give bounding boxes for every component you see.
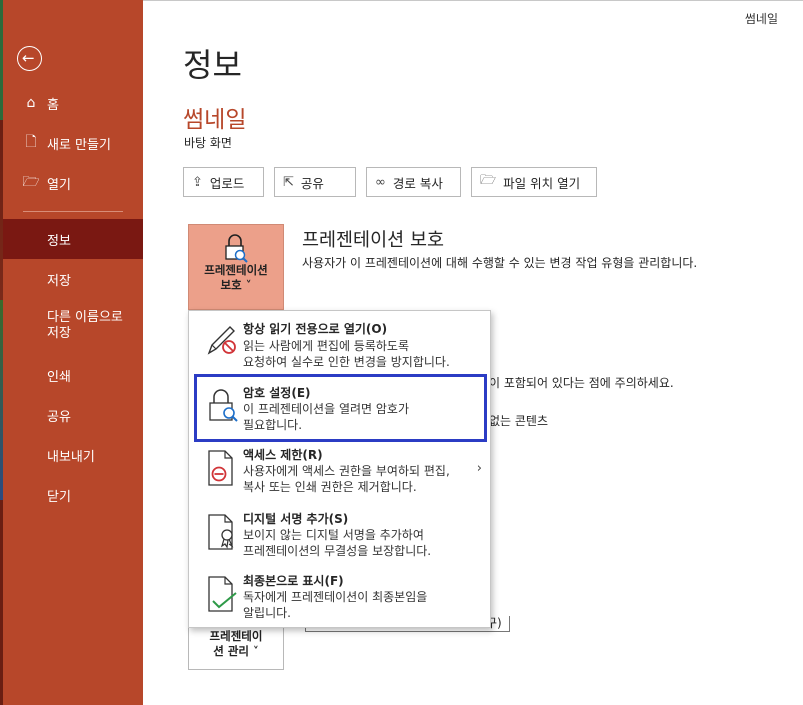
nav-open-label: 열기 <box>47 177 71 193</box>
share-button[interactable]: ⇱ 공유 <box>274 167 356 197</box>
open-folder-icon: 🗁 <box>22 174 40 190</box>
home-icon: ⌂ <box>26 95 36 111</box>
menu-item-description: 사용자에게 액세스 권한을 부여하되 편집, 복사 또는 인쇄 권한은 제거합니… <box>243 464 450 494</box>
pencil-readonly-icon <box>205 321 239 361</box>
nav-export-label: 내보내기 <box>47 449 95 465</box>
menu-item-title: 최종본으로 표시(F) <box>243 574 344 588</box>
protect-tile-label-line1: 프레젠테이션 <box>204 263 268 277</box>
nav-share-label: 공유 <box>47 409 71 425</box>
page-title: 정보 <box>183 46 242 84</box>
menu-item-add-digital-signature[interactable]: 디지털 서명 추가(S) 보이지 않는 디지털 서명을 추가하여 프레젠테이션의… <box>189 509 490 571</box>
protect-presentation-menu: 항상 읽기 전용으로 열기(O) 읽는 사람에게 편집에 등록하도록 요청하여 … <box>188 310 491 628</box>
nav-new[interactable]: 🗋 새로 만들기 <box>3 123 143 163</box>
manage-tile-label-line2: 션 관리 ˅ <box>213 644 259 658</box>
menu-item-title: 항상 읽기 전용으로 열기(O) <box>243 322 388 336</box>
nav-save-as[interactable]: 다른 이름으로 저장 <box>3 306 143 348</box>
nav-export[interactable]: 내보내기 <box>3 435 143 475</box>
upload-label: 업로드 <box>209 175 245 191</box>
nav-home-label: 홈 <box>47 97 59 113</box>
back-button[interactable]: ← <box>17 46 42 71</box>
nav-new-label: 새로 만들기 <box>47 137 111 153</box>
open-file-location-button[interactable]: 🗁 파일 위치 열기 <box>471 167 597 197</box>
nav-divider <box>23 211 123 212</box>
final-document-icon <box>205 575 239 615</box>
highlight-box <box>194 374 487 442</box>
upload-button[interactable]: ⇪ 업로드 <box>183 167 264 197</box>
nav-close[interactable]: 닫기 <box>3 475 143 515</box>
restrict-document-icon <box>205 449 239 489</box>
link-icon: ∞ <box>375 174 386 190</box>
menu-item-title: 액세스 제한(R) <box>243 448 323 462</box>
file-name: 썸네일 <box>183 107 247 133</box>
nav-save-label: 저장 <box>47 273 71 289</box>
nav-share[interactable]: 공유 <box>3 395 143 435</box>
protect-presentation-button[interactable]: 프레젠테이션 보호 ˅ <box>188 224 284 310</box>
nav-close-label: 닫기 <box>47 489 71 505</box>
backstage-sidebar: ← ⌂ 홈 🗋 새로 만들기 🗁 열기 정보 저장 다른 이름으로 저장 인쇄 … <box>3 0 143 705</box>
open-file-location-label: 파일 위치 열기 <box>503 175 581 191</box>
share-label: 공유 <box>300 175 324 191</box>
nav-open[interactable]: 🗁 열기 <box>3 163 143 203</box>
new-file-icon: 🗋 <box>25 134 37 150</box>
submenu-chevron-icon: › <box>476 461 482 476</box>
back-arrow-icon: ← <box>22 49 35 67</box>
top-border <box>143 0 803 1</box>
menu-item-title: 디지털 서명 추가(S) <box>243 512 349 526</box>
menu-item-description: 읽는 사람에게 편집에 등록하도록 요청하여 실수로 인한 변경을 방지합니다. <box>243 339 450 369</box>
nav-save-as-label: 다른 이름으로 저장 <box>47 310 123 341</box>
signature-document-icon <box>205 513 239 553</box>
nav-save[interactable]: 저장 <box>3 259 143 299</box>
nav-info[interactable]: 정보 <box>3 219 143 259</box>
nav-info-label: 정보 <box>47 233 71 249</box>
nav-print-label: 인쇄 <box>47 369 71 385</box>
menu-item-mark-as-final[interactable]: 최종본으로 표시(F) 독자에게 프레젠테이션이 최종본임을 알립니다. <box>189 571 490 629</box>
folder-icon: 🗁 <box>480 173 497 188</box>
menu-item-always-open-read-only[interactable]: 항상 읽기 전용으로 열기(O) 읽는 사람에게 편집에 등록하도록 요청하여 … <box>189 315 490 377</box>
nav-home[interactable]: ⌂ 홈 <box>3 83 143 123</box>
inspect-partial-text-2: 없는 콘텐츠 <box>489 414 549 428</box>
lock-search-icon <box>223 233 249 263</box>
file-location: 바탕 화면 <box>184 136 232 150</box>
account-name[interactable]: 썸네일 <box>745 10 778 27</box>
manage-tile-label-line1: 프레젠테이 <box>209 629 263 643</box>
menu-item-description: 독자에게 프레젠테이션이 최종본임을 알립니다. <box>243 590 428 620</box>
protect-tile-label-line2: 보호 ˅ <box>220 278 252 292</box>
inspect-partial-text: 이 포함되어 있다는 점에 주의하세요. <box>489 376 674 390</box>
share-icon: ⇱ <box>283 174 294 190</box>
copy-path-button[interactable]: ∞ 경로 복사 <box>366 167 461 197</box>
menu-item-restrict-access[interactable]: 액세스 제한(R) 사용자에게 액세스 권한을 부여하되 편집, 복사 또는 인… <box>189 445 490 507</box>
menu-item-description: 보이지 않는 디지털 서명을 추가하여 프레젠테이션의 무결성을 보장합니다. <box>243 528 432 558</box>
copy-path-label: 경로 복사 <box>392 175 443 191</box>
nav-print[interactable]: 인쇄 <box>3 355 143 395</box>
protect-section-description: 사용자가 이 프레젠테이션에 대해 수행할 수 있는 변경 작업 유형을 관리합… <box>302 256 698 270</box>
protect-section-title: 프레젠테이션 보호 <box>302 230 445 251</box>
upload-icon: ⇪ <box>192 174 203 190</box>
